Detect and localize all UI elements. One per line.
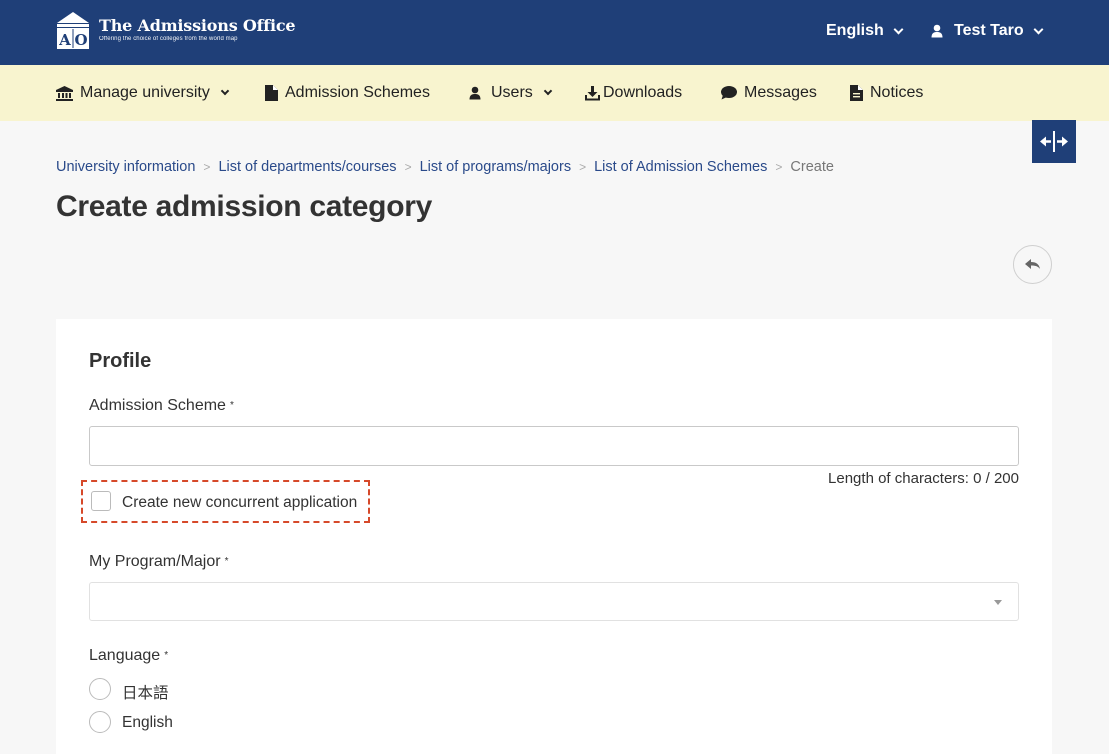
breadcrumb-separator: > [579,160,587,174]
user-icon [931,24,943,38]
breadcrumb: University information > List of departm… [56,159,834,175]
language-label-text: Language [89,647,161,664]
chevron-down-icon [220,86,230,96]
nav-label: Downloads [603,84,683,101]
logo-title: The Admissions Office [99,16,296,35]
nav-label: Messages [744,84,817,101]
nav-messages[interactable]: Messages [721,84,817,102]
back-button[interactable] [1013,245,1052,284]
nav-notices[interactable]: Notices [850,84,923,102]
section-title: Profile [89,350,152,372]
language-label: Language * [89,647,168,665]
profile-form-card: Profile Admission Scheme * Length of char… [56,319,1052,754]
breadcrumb-separator: > [404,160,412,174]
chat-icon [721,86,737,100]
top-header: A O The Admissions Office Offering the c… [0,0,1109,65]
program-select[interactable] [89,582,1019,621]
expand-arrows-icon [1040,131,1068,152]
nav-label: Users [491,84,533,101]
main-nav: Manage university Admission Schemes User… [0,65,1109,121]
program-label: My Program/Major * [89,553,228,571]
reply-icon [1025,259,1040,269]
chevron-down-icon [543,86,553,96]
nav-label: Manage university [80,84,210,101]
document-icon [265,85,278,101]
language-menu[interactable]: English [826,22,904,40]
required-mark: * [224,556,229,567]
breadcrumb-admission-schemes[interactable]: List of Admission Schemes [594,159,767,175]
breadcrumb-separator: > [775,160,783,174]
nav-downloads[interactable]: Downloads [585,84,682,102]
nav-manage-university[interactable]: Manage university [56,84,230,102]
required-mark: * [164,650,169,661]
svg-text:O: O [74,31,87,49]
language-radio-japanese[interactable] [89,678,111,700]
breadcrumb-university-information[interactable]: University information [56,159,195,175]
chevron-down-icon [893,24,904,34]
nav-label: Admission Schemes [285,84,430,101]
logo[interactable]: A O The Admissions Office Offering the c… [56,11,296,50]
download-icon [585,85,600,100]
breadcrumb-current: Create [790,159,834,175]
chevron-down-icon [1033,24,1044,34]
breadcrumb-departments[interactable]: List of departments/courses [218,159,396,175]
admission-scheme-label-text: Admission Scheme [89,397,226,414]
page-title: Create admission category [56,190,432,223]
logo-mark-icon: A O [57,12,89,49]
nav-label: Notices [870,84,924,101]
program-label-text: My Program/Major [89,553,221,570]
nav-admission-schemes[interactable]: Admission Schemes [265,84,430,102]
language-option-label[interactable]: English [122,714,173,732]
nav-users[interactable]: Users [469,84,553,102]
svg-text:A: A [58,31,71,49]
concurrent-application-checkbox[interactable] [91,491,111,511]
admission-scheme-input[interactable] [89,426,1019,466]
breadcrumb-programs[interactable]: List of programs/majors [420,159,572,175]
language-option-label[interactable]: 日本語 [122,681,169,703]
user-menu[interactable]: Test Taro [931,22,1044,40]
language-radio-english[interactable] [89,711,111,733]
expand-width-button[interactable] [1032,120,1076,163]
logo-subtitle: Offering the choice of colleges from the… [99,36,238,42]
university-icon [56,85,73,101]
concurrent-application-label[interactable]: Create new concurrent application [122,494,357,512]
user-menu-label: Test Taro [954,22,1024,39]
required-mark: * [229,400,234,411]
notice-icon [850,85,863,101]
user-icon [469,86,481,100]
admission-scheme-label: Admission Scheme * [89,397,234,415]
breadcrumb-separator: > [203,160,211,174]
caret-down-icon [994,600,1002,605]
char-count: Length of characters: 0 / 200 [828,470,1019,487]
language-menu-label: English [826,22,884,39]
